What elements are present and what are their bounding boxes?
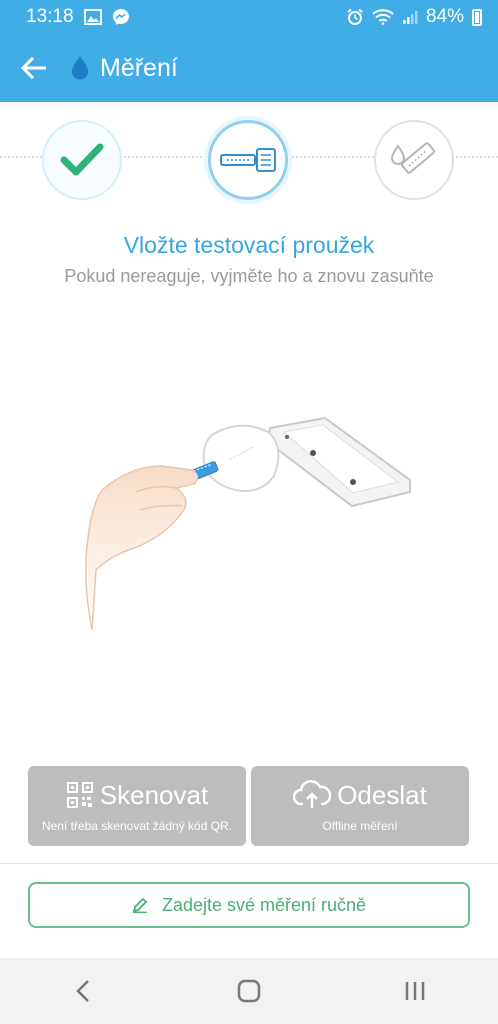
page-title: Měření — [100, 53, 178, 82]
send-button-main: Odeslat — [293, 780, 427, 811]
pencil-icon — [132, 897, 148, 913]
insert-strip-illustration: ~~~~~~~ — [85, 416, 411, 631]
system-nav-bar — [0, 958, 498, 1024]
test-strip-icon — [220, 148, 276, 172]
battery-percent: 84% — [425, 6, 464, 27]
recents-icon — [405, 982, 425, 1000]
checkmark-icon — [60, 143, 104, 176]
back-button[interactable] — [6, 34, 62, 102]
water-drop-icon — [72, 56, 88, 80]
nav-home-button[interactable] — [209, 961, 289, 1021]
action-panel: Skenovat Není třeba skenovat žádný kód Q… — [0, 752, 498, 864]
send-button-label: Odeslat — [337, 779, 427, 810]
step-apply-blood — [374, 120, 454, 200]
scan-button-subtext: Není třeba skenovat žádný kód QR. — [41, 818, 233, 833]
arrow-left-icon — [20, 56, 46, 80]
battery-icon — [472, 8, 482, 26]
qr-code-icon — [66, 782, 93, 808]
instruction-subtitle: Pokud nereaguje, vyjměte ho a znovu zasu… — [64, 266, 434, 286]
status-left: 13:18 — [26, 6, 130, 28]
status-bar: 13:18 84% — [0, 0, 498, 34]
instruction-title: Vložte testovací proužek — [123, 232, 375, 258]
glucometer-illustration: ~~~~~~~ — [202, 424, 280, 492]
send-button-subtext: Offline měření — [322, 818, 398, 833]
manual-entry-button[interactable]: Zadejte své měření ručně — [28, 882, 470, 928]
status-time: 13:18 — [26, 6, 74, 27]
step-indicator — [0, 102, 498, 222]
cloud-upload-icon — [293, 780, 332, 808]
messenger-icon — [112, 9, 129, 25]
wifi-icon — [372, 9, 394, 25]
image-notification-icon — [83, 9, 102, 25]
home-square-icon — [237, 979, 261, 1003]
scan-button[interactable]: Skenovat Není třeba skenovat žádný kód Q… — [28, 766, 246, 846]
chevron-left-icon — [76, 980, 89, 1002]
scan-button-main: Skenovat — [66, 780, 208, 811]
app-bar: Měření — [0, 34, 498, 102]
step-insert-strip — [208, 120, 288, 200]
scan-button-label: Skenovat — [99, 779, 209, 810]
phone-illustration — [266, 416, 411, 508]
signal-icon — [402, 11, 418, 24]
manual-entry-label: Zadejte své měření ručně — [161, 894, 367, 915]
send-button[interactable]: Odeslat Offline měření — [251, 766, 469, 846]
hand-illustration — [85, 465, 199, 631]
status-right: 84% — [346, 6, 482, 28]
nav-back-button[interactable] — [43, 961, 123, 1021]
nav-recents-button[interactable] — [375, 961, 455, 1021]
step-completed — [42, 120, 122, 200]
alarm-icon — [347, 8, 363, 25]
blood-drop-strip-icon — [390, 142, 436, 174]
